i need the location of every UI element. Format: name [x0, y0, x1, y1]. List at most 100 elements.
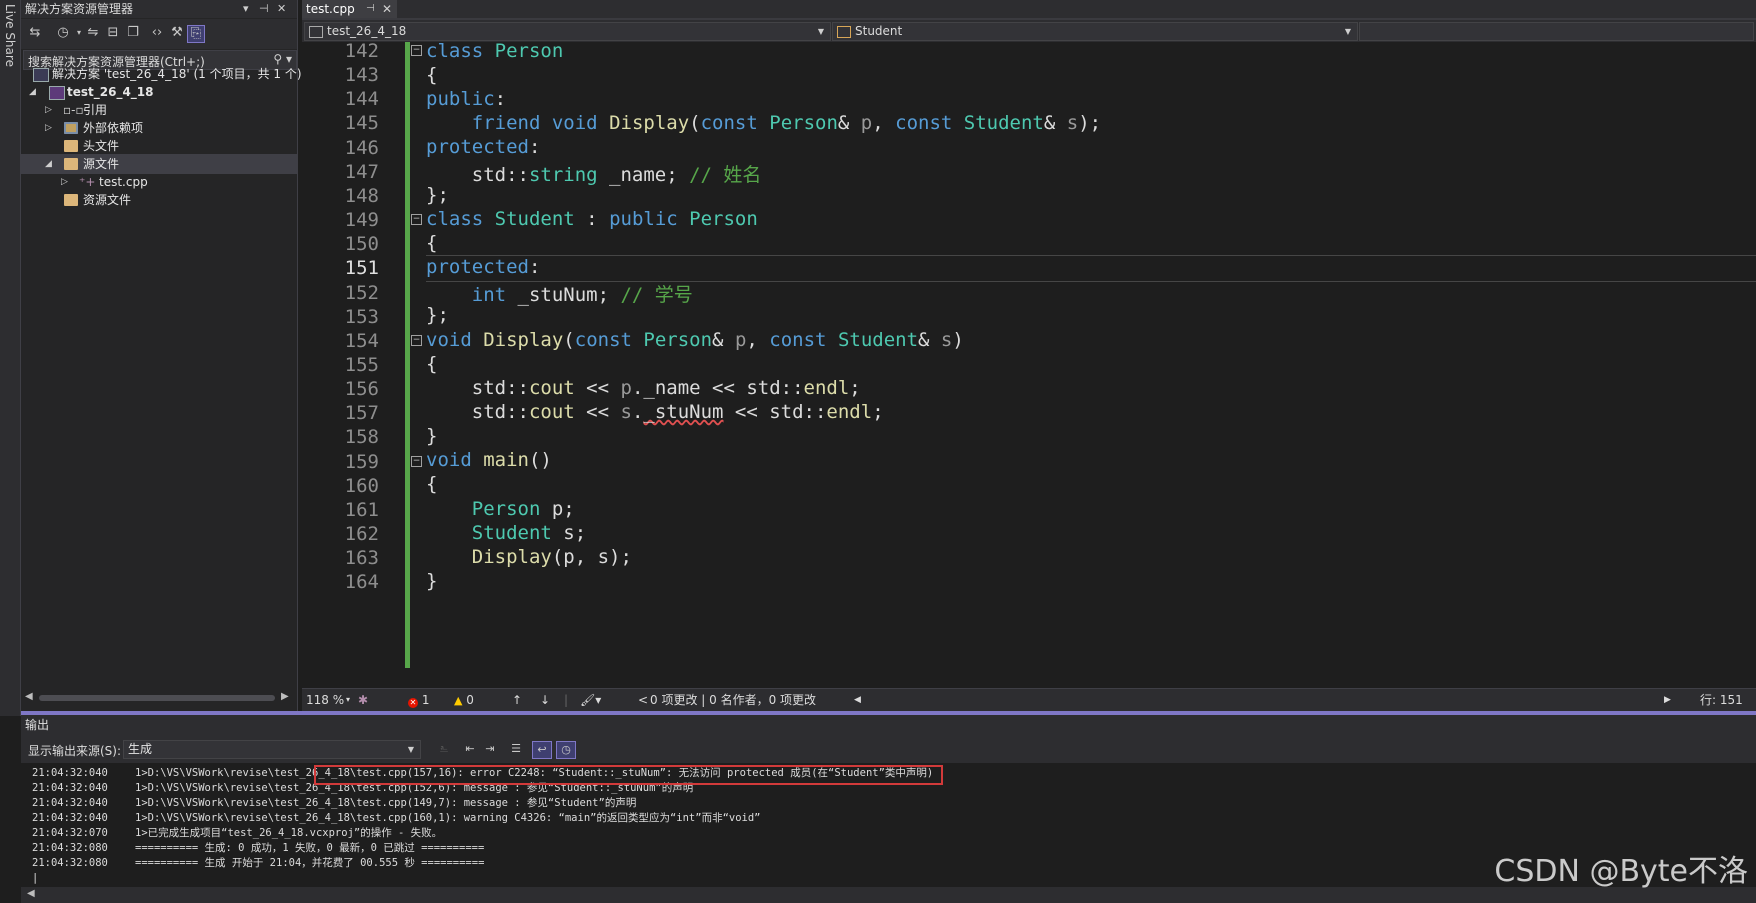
tree-item-external-deps[interactable]: ▷ 外部依赖项	[21, 118, 297, 138]
code-line[interactable]: friend void Display(const Person& p, con…	[426, 112, 1101, 134]
scrollbar-thumb[interactable]	[39, 695, 275, 701]
collapsed-arrow-icon[interactable]: ▷	[45, 118, 52, 138]
previous-message-icon[interactable]: ⇤	[461, 741, 479, 757]
code-line[interactable]: void Display(const Person& p, const Stud…	[426, 329, 964, 351]
find-message-icon[interactable]: ⎁	[435, 741, 453, 757]
scope-dropdown-value: Student	[855, 24, 903, 38]
code-line[interactable]: protected:	[426, 136, 540, 158]
fold-collapse-icon[interactable]: −	[411, 45, 422, 56]
properties-wrench-icon[interactable]: ⚒	[169, 25, 185, 41]
liveshare-strip[interactable]: Live Share	[0, 0, 21, 716]
collapsed-arrow-icon[interactable]: ▷	[61, 172, 68, 192]
code-line[interactable]: Person p;	[426, 498, 575, 520]
next-message-icon[interactable]: ⇥	[481, 741, 499, 757]
scroll-right-icon[interactable]: ▶	[1664, 689, 1671, 711]
code-line[interactable]: };	[426, 184, 449, 206]
code-line[interactable]: protected:	[426, 256, 540, 278]
tree-item-project[interactable]: ◢ test_26_4_18	[21, 82, 297, 102]
fold-collapse-icon[interactable]: −	[411, 456, 422, 467]
chevron-down-icon: ▼	[407, 745, 414, 754]
scope-dropdown[interactable]: Student ▼	[832, 22, 1358, 41]
code-line[interactable]: void main()	[426, 449, 552, 471]
output-timestamp: 21:04:32:040	[32, 812, 108, 824]
line-number: 152	[344, 282, 379, 304]
code-line[interactable]: {	[426, 473, 437, 495]
tree-item-source-files[interactable]: ◢ 源文件	[21, 154, 297, 174]
code-line[interactable]: std::cout << s._stuNum << std::endl;	[426, 401, 884, 423]
pin-icon[interactable]: ⊣	[366, 0, 375, 18]
output-timestamp: 21:04:32:040	[32, 797, 108, 809]
output-line: 21:04:32:040 1>D:\VS\VSWork\revise\test_2…	[32, 796, 636, 811]
previous-issue-icon[interactable]: ↑	[512, 689, 522, 711]
dropdown-icon[interactable]: ▾	[243, 0, 249, 18]
code-line[interactable]: {	[426, 353, 437, 375]
code-line[interactable]: public:	[426, 88, 506, 110]
warning-count[interactable]: ▲ 0	[454, 689, 474, 712]
project-dropdown[interactable]: test_26_4_18 ▼	[304, 22, 831, 41]
code-line[interactable]: {	[426, 64, 437, 86]
timestamp-icon[interactable]: ◷	[556, 741, 576, 759]
solution-explorer-toolbar: ⇆ ◷ ▾ ⇋ ⊟ ❐ ‹› ⚒ ⎘	[21, 19, 297, 49]
scroll-left-icon[interactable]: <	[638, 689, 648, 711]
tree-item-header-files[interactable]: 头文件	[21, 136, 297, 156]
line-number: 157	[344, 402, 379, 424]
expanded-arrow-icon[interactable]: ◢	[29, 82, 36, 102]
expanded-arrow-icon[interactable]: ◢	[45, 154, 52, 174]
code-line[interactable]: std::string _name; // 姓名	[426, 160, 762, 187]
fold-collapse-icon[interactable]: −	[411, 214, 422, 225]
tree-item-solution[interactable]: 解决方案 'test_26_4_18' (1 个项目，共 1 个)	[21, 64, 302, 84]
tree-item-references[interactable]: ▷ ▫-▫ 引用	[21, 100, 297, 120]
code-line[interactable]: {	[426, 232, 437, 254]
code-line[interactable]: Student s;	[426, 522, 586, 544]
code-line[interactable]: };	[426, 304, 449, 326]
clear-all-icon[interactable]: ☰	[507, 741, 525, 757]
preview-icon[interactable]: ⎘	[187, 25, 205, 43]
solution-explorer-title: 解决方案资源管理器	[25, 2, 134, 16]
scroll-left-icon[interactable]: ◀	[27, 888, 35, 899]
line-number: 146	[344, 137, 379, 159]
next-issue-icon[interactable]: ↓	[540, 689, 550, 711]
chevron-down-icon[interactable]: ▾	[346, 689, 350, 711]
code-line[interactable]: int _stuNum; // 学号	[426, 280, 693, 307]
code-line[interactable]: class Person	[426, 42, 563, 62]
scroll-left-icon[interactable]: ◀	[854, 689, 861, 711]
code-line[interactable]: }	[426, 570, 437, 592]
sync-icon[interactable]: ⇋	[85, 25, 101, 41]
switch-views-icon[interactable]: ⇆	[27, 25, 43, 41]
pin-icon[interactable]: ⊣	[259, 0, 269, 18]
code-editor[interactable]: 142 143 144 145 146 147 148 149 150 151 152 153 154 1…	[302, 42, 1756, 688]
collapse-all-icon[interactable]: ⊟	[105, 25, 121, 41]
member-dropdown[interactable]	[1359, 22, 1754, 41]
scroll-right-icon[interactable]: ▶	[281, 691, 289, 702]
editor-tab-strip: test.cpp ⊣ ✕	[302, 0, 1756, 20]
output-timestamp: 21:04:32:070	[32, 827, 108, 839]
error-count-value: 1	[421, 693, 430, 707]
solution-horizontal-scrollbar[interactable]: ◀ ▶	[25, 691, 293, 705]
code-line[interactable]: std::cout << p._name << std::endl;	[426, 377, 861, 399]
show-all-files-icon[interactable]: ❐	[125, 25, 141, 41]
line-number: 162	[344, 523, 379, 545]
word-wrap-icon[interactable]: ↩	[532, 741, 552, 759]
close-icon[interactable]: ✕	[277, 0, 286, 18]
scroll-left-icon[interactable]: ◀	[25, 691, 33, 702]
code-view-icon[interactable]: ‹›	[149, 25, 165, 41]
current-line-highlight	[426, 255, 1756, 282]
zoom-level[interactable]: 118 %	[306, 689, 344, 711]
tree-item-test-cpp[interactable]: ▷ ⁺+ test.cpp	[21, 172, 297, 192]
change-summary[interactable]: 0 项更改 | 0 名作者，0 项更改	[650, 689, 816, 711]
output-source-dropdown[interactable]: 生成 ▼	[123, 740, 421, 759]
collapsed-arrow-icon[interactable]: ▷	[45, 100, 52, 120]
tab-test-cpp[interactable]: test.cpp ⊣ ✕	[302, 0, 397, 18]
tree-item-resource-files[interactable]: 资源文件	[21, 190, 297, 210]
code-line[interactable]: }	[426, 425, 437, 447]
history-icon[interactable]: ◷	[55, 25, 71, 41]
fold-collapse-icon[interactable]: −	[411, 335, 422, 346]
warning-count-value: 0	[466, 693, 474, 707]
intellicode-icon[interactable]: ✱	[358, 689, 368, 711]
close-icon[interactable]: ✕	[382, 0, 392, 18]
code-line[interactable]: class Student : public Person	[426, 208, 758, 230]
brush-icon[interactable]: 🖌▾	[580, 689, 601, 711]
code-line[interactable]: Display(p, s);	[426, 546, 632, 568]
error-count[interactable]: ✕ 1	[408, 689, 429, 711]
project-icon	[49, 86, 65, 100]
